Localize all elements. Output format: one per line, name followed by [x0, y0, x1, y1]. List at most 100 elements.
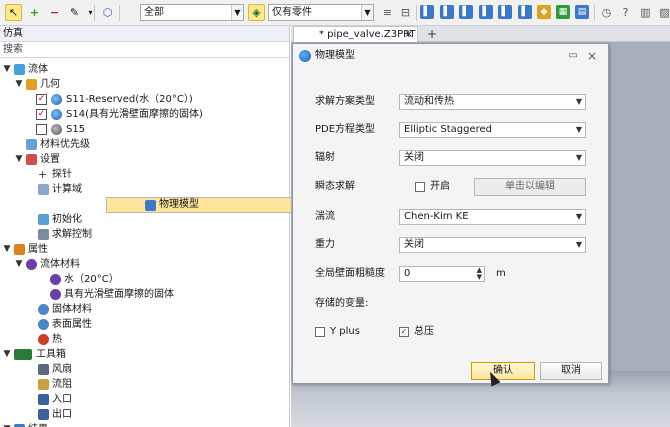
tree-item-fan[interactable]: 风扇 — [0, 362, 289, 377]
tree-item-resistance[interactable]: 流阻 — [0, 377, 289, 392]
tree-item-s11[interactable]: ✓ S11-Reserved(水（20°C）) — [0, 92, 289, 107]
panel-title: 仿真 — [0, 26, 289, 42]
visibility-checkbox[interactable] — [36, 124, 47, 135]
physics-model-dialog: 物理模型 ▭ × 求解方案类型 流动和传热 ▼ PDE方程类型 Elliptic… — [292, 43, 609, 384]
chevron-down-icon: ▼ — [361, 5, 373, 20]
yplus-label: Y plus — [330, 326, 360, 337]
chart-icon[interactable]: ▨ — [656, 4, 670, 21]
document-tab[interactable]: * pipe_valve.Z3PRT × — [293, 26, 418, 42]
tree-search-input[interactable]: 搜索 — [0, 42, 289, 58]
tree-item-toolbox[interactable]: ▼ 工具箱 — [0, 347, 289, 362]
roughness-input[interactable]: 0 ▲ ▼ — [399, 266, 485, 282]
tree-item-physics-model[interactable]: 物理模型 — [106, 197, 293, 213]
expand-icon[interactable]: ▼ — [2, 422, 12, 427]
transient-edit-button[interactable]: 单击以编辑 — [474, 178, 586, 196]
tree-item-label: 流体 — [28, 64, 48, 75]
remove-icon[interactable]: − — [46, 4, 63, 21]
view-bottom-icon[interactable]: ▌ — [518, 5, 532, 19]
tree-item-properties[interactable]: ▼ 属性 — [0, 242, 289, 257]
add-tab-icon[interactable]: + — [427, 26, 437, 42]
confirm-button[interactable]: 确认 — [471, 362, 535, 380]
tree-item-geometry[interactable]: ▼ 几何 — [0, 77, 289, 92]
tree-item-solid-materials[interactable]: 固体材料 — [0, 302, 289, 317]
align-icon[interactable]: ≡ — [379, 4, 396, 21]
view-top-icon[interactable]: ▌ — [498, 5, 512, 19]
tree-item-heat[interactable]: 热 — [0, 332, 289, 347]
expand-icon[interactable]: ▼ — [2, 242, 12, 257]
chevron-down-icon: ▼ — [575, 240, 582, 249]
distribute-icon[interactable]: ⊟ — [397, 4, 414, 21]
mesh-icon[interactable]: ▦ — [556, 5, 570, 19]
chevron-down-icon: ▼ — [575, 97, 582, 106]
tree-item-fluid-materials[interactable]: ▼ 流体材料 — [0, 257, 289, 272]
view-right-icon[interactable]: ▌ — [479, 5, 493, 19]
edit-icon[interactable]: ✎ — [66, 4, 83, 21]
tree-item-surface-properties[interactable]: 表面属性 — [0, 317, 289, 332]
total-pressure-checkbox[interactable]: ✓ — [399, 327, 409, 337]
select-cursor-icon[interactable]: ↖ — [5, 4, 22, 21]
expand-icon[interactable]: ▼ — [2, 62, 12, 77]
tree-item-label: 初始化 — [52, 214, 82, 225]
tree-item-inlet[interactable]: 入口 — [0, 392, 289, 407]
add-icon[interactable]: + — [26, 4, 43, 21]
wall-icon[interactable]: ▥ — [637, 4, 654, 21]
comment-icon[interactable]: ▭ — [569, 44, 578, 68]
transient-checkbox[interactable] — [415, 182, 425, 192]
tree-item-solver-control[interactable]: 求解控制 — [0, 227, 289, 242]
tree-item-domain[interactable]: 计算域 — [0, 182, 289, 197]
gravity-select[interactable]: 关闭 ▼ — [399, 237, 586, 253]
cancel-button[interactable]: 取消 — [540, 362, 602, 380]
help-icon[interactable]: ? — [617, 4, 634, 21]
initialization-icon — [38, 214, 49, 225]
filter-select[interactable]: 全部 ▼ — [140, 4, 244, 21]
transient-checkbox-label: 开启 — [430, 181, 450, 192]
report-icon[interactable]: ▤ — [575, 5, 589, 19]
visibility-checkbox[interactable]: ✓ — [36, 94, 47, 105]
close-icon[interactable]: × — [405, 27, 413, 42]
tree-item-solid-friction[interactable]: 具有光滑壁面摩擦的固体 — [0, 287, 289, 302]
chevron-down-icon: ▼ — [575, 212, 582, 221]
tree-item-s15[interactable]: S15 — [0, 122, 289, 137]
edit-dropdown-arrow-icon[interactable]: ▾ — [82, 4, 99, 21]
document-tab-strip: * pipe_valve.Z3PRT × + — [291, 26, 670, 42]
tree-item-initialization[interactable]: 初始化 — [0, 212, 289, 227]
iso-view-icon[interactable]: ◆ — [537, 5, 551, 19]
geometry-icon — [26, 79, 37, 90]
expand-icon[interactable]: ▼ — [14, 257, 24, 272]
view-back-icon[interactable]: ▌ — [440, 5, 454, 19]
yplus-checkbox[interactable] — [315, 327, 325, 337]
part-filter-select[interactable]: 仅有零件 ▼ — [268, 4, 374, 21]
view-front-icon[interactable]: ▌ — [420, 5, 434, 19]
clock-icon[interactable]: ◷ — [598, 4, 615, 21]
tree-item-water[interactable]: 水（20°C） — [0, 272, 289, 287]
expand-icon[interactable]: ▼ — [2, 347, 12, 362]
turbulence-select[interactable]: Chen-Kim KE ▼ — [399, 209, 586, 225]
tree-item-outlet[interactable]: 出口 — [0, 407, 289, 422]
main-toolbar: ↖ + − ✎ ▾ ⬡ 全部 ▼ ◈ 仅有零件 ▼ ≡ ⊟ ▌ ▌ ▌ ▌ ▌ … — [0, 0, 670, 26]
spinner-icon[interactable]: ▲ ▼ — [477, 267, 482, 281]
tree-item-results[interactable]: ▼ 结果 — [0, 422, 289, 427]
tree-item-probe[interactable]: + 探针 — [0, 167, 289, 182]
tree-item-setup[interactable]: ▼ 设置 — [0, 152, 289, 167]
solver-type-select[interactable]: 流动和传热 ▼ — [399, 94, 586, 110]
visibility-checkbox[interactable]: ✓ — [36, 109, 47, 120]
dialog-title: 物理模型 — [315, 50, 355, 61]
tree-item-material-priority[interactable]: 材料优先级 — [0, 137, 289, 152]
dialog-title-bar: 物理模型 ▭ × — [293, 44, 608, 68]
tree-item-s14[interactable]: ✓ S14(具有光滑壁面摩擦的固体) — [0, 107, 289, 122]
tree-item-fluid[interactable]: ▼ 流体 — [0, 62, 289, 77]
domain-icon — [38, 184, 49, 195]
radiation-select[interactable]: 关闭 ▼ — [399, 150, 586, 166]
view-left-icon[interactable]: ▌ — [459, 5, 473, 19]
inlet-icon — [38, 394, 49, 405]
expand-icon[interactable]: ▼ — [14, 77, 24, 92]
pde-select[interactable]: Elliptic Staggered ▼ — [399, 122, 586, 138]
shape-icon[interactable]: ⬡ — [99, 4, 116, 21]
expand-icon[interactable]: ▼ — [14, 152, 24, 167]
roughness-label: 全局壁面粗糙度 — [315, 268, 385, 279]
pde-label: PDE方程类型 — [315, 124, 376, 135]
solver-type-label: 求解方案类型 — [315, 96, 375, 107]
part-filter-icon[interactable]: ◈ — [248, 4, 265, 21]
close-icon[interactable]: × — [587, 44, 597, 68]
tree-item-label: 风扇 — [52, 364, 72, 375]
